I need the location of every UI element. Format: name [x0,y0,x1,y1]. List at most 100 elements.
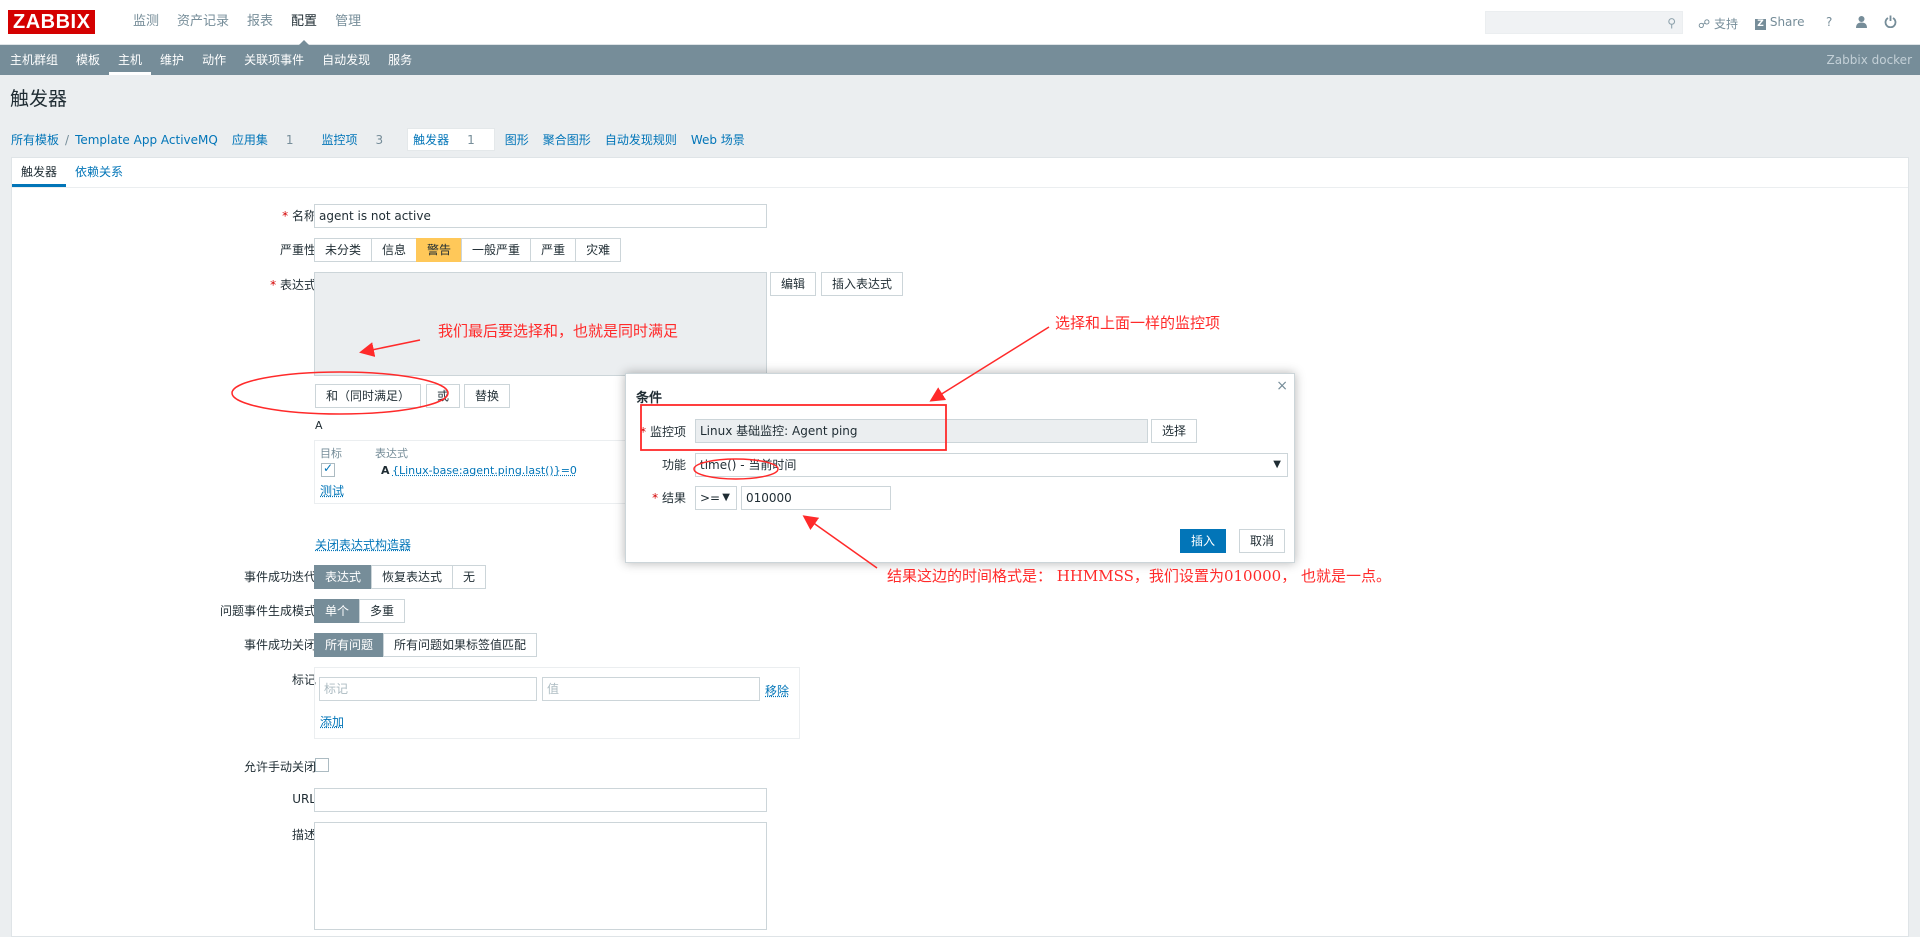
submenu-hosts[interactable]: 主机 [109,45,151,75]
submenu-maintenance[interactable]: 维护 [151,45,193,75]
breadcrumb-screens[interactable]: 聚合图形 [543,131,591,148]
dialog-select-button[interactable]: 选择 [1151,419,1198,443]
menu-reports[interactable]: 报表 [238,0,282,45]
tab-dependencies[interactable]: 依赖关系 [66,158,132,187]
name-input[interactable]: agent is not active [314,204,767,228]
breadcrumb-applications[interactable]: 应用集 1 [232,131,308,148]
dialog-cancel-button[interactable]: 取消 [1239,529,1286,553]
operator-value: >= [700,491,721,505]
problem-mode-single[interactable]: 单个 [314,599,361,623]
triggers-count: 1 [467,133,475,147]
form-tabs: 触发器 依赖关系 [12,158,1908,188]
severity-high[interactable]: 严重 [530,238,577,262]
col-expression: 表达式 [375,447,408,460]
search-input[interactable]: ⚲ [1485,11,1683,34]
manual-close-label: 允许手动关闭 [243,760,316,774]
dialog-function-select[interactable]: time() - 当前时间 ▼ [695,453,1288,477]
severity-warning[interactable]: 警告 [416,238,463,262]
menu-configuration[interactable]: 配置 [282,0,326,46]
close-icon[interactable]: × [1276,378,1288,394]
dialog-function-label: 功能 [661,458,686,472]
severity-label: 严重性 [279,243,316,257]
items-count: 3 [375,133,384,147]
annotation-and: 我们最后要选择和，也就是同时满足 [438,322,679,340]
tab-trigger[interactable]: 触发器 [12,158,67,187]
ok-event-label: 事件成功迭代 [243,570,316,584]
submenu-discovery[interactable]: 自动发现 [313,45,379,75]
url-input[interactable] [314,788,767,812]
power-icon[interactable] [1884,15,1897,31]
ok-event-recovery[interactable]: 恢复表达式 [371,565,454,589]
dialog-operator-select[interactable]: >= ▼ [695,486,737,510]
test-link[interactable]: 测试 [320,482,344,499]
dialog-item-label: 监控项 [486,423,686,440]
zabbix-logo[interactable]: ZABBIX [8,10,96,34]
submenu-actions[interactable]: 动作 [193,45,235,75]
replace-button[interactable]: 替换 [464,384,511,408]
ok-close-tag-match[interactable]: 所有问题如果标签值匹配 [383,633,538,657]
menu-monitoring[interactable]: 监测 [124,0,168,45]
problem-mode-selector: 单个 多重 [314,599,406,623]
ok-event-expression[interactable]: 表达式 [314,565,373,589]
search-icon[interactable]: ⚲ [1667,16,1676,30]
breadcrumb-discovery[interactable]: 自动发现规则 [605,131,677,148]
main-menu: 监测 资产记录 报表 配置 管理 [124,0,370,46]
dialog-result-input[interactable]: 010000 [741,486,891,510]
tags-label: 标记 [291,673,316,687]
dialog-result-label: 结果 [486,489,686,506]
ok-close-all[interactable]: 所有问题 [314,633,385,657]
breadcrumb-template[interactable]: Template App ActiveMQ [75,133,218,147]
and-button[interactable]: 和（同时满足） [315,384,422,408]
severity-disaster[interactable]: 灾难 [575,238,622,262]
submenu-host-groups[interactable]: 主机群组 [1,45,67,75]
severity-not-classified[interactable]: 未分类 [314,238,373,262]
add-tag-link[interactable]: 添加 [320,713,344,730]
severity-average[interactable]: 一般严重 [461,238,532,262]
share-link[interactable]: Z Share [1755,15,1804,30]
insert-expression-button[interactable]: 插入表达式 [821,272,904,296]
chevron-down-icon: ▼ [1273,459,1281,470]
url-label: URL [292,792,316,806]
submenu-services[interactable]: 服务 [379,45,421,75]
remove-tag-link[interactable]: 移除 [765,682,789,699]
help-icon[interactable]: ? [1826,15,1832,29]
menu-administration[interactable]: 管理 [326,0,370,45]
problem-mode-multiple[interactable]: 多重 [359,599,406,623]
support-label: 支持 [1713,17,1738,31]
applications-count: 1 [285,133,294,147]
description-textarea[interactable] [314,822,767,930]
breadcrumb-all-templates[interactable]: 所有模板 [11,131,59,148]
expression-letter: A [315,419,323,432]
breadcrumb-web[interactable]: Web 场景 [691,131,745,148]
breadcrumb-separator: / [65,132,70,147]
support-link[interactable]: ☍ 支持 [1698,15,1738,32]
share-z-icon: Z [1755,19,1766,30]
user-icon[interactable] [1855,15,1868,31]
dialog-insert-button[interactable]: 插入 [1180,529,1227,553]
breadcrumb-items[interactable]: 监控项 3 [321,131,397,148]
severity-information[interactable]: 信息 [371,238,418,262]
submenu-templates[interactable]: 模板 [67,45,109,75]
close-builder-link[interactable]: 关闭表达式构造器 [315,536,411,553]
breadcrumb-graphs[interactable]: 图形 [505,131,529,148]
target-checkbox[interactable] [321,461,335,477]
or-button[interactable]: 或 [426,384,461,408]
manual-close-checkbox[interactable] [315,758,329,772]
breadcrumb-triggers[interactable]: 触发器 1 [407,128,495,151]
chevron-down-icon: ▼ [722,492,730,503]
ok-close-label: 事件成功关闭 [243,638,316,652]
ok-event-none[interactable]: 无 [452,565,487,589]
menu-inventory[interactable]: 资产记录 [168,0,238,45]
tag-name-input[interactable]: 标记 [319,677,537,701]
edit-expression-button[interactable]: 编辑 [770,272,817,296]
dialog-title: 条件 [636,391,663,406]
name-label-text: 名称 [291,209,316,223]
dialog-item-input[interactable]: Linux 基础监控: Agent ping [695,419,1148,443]
expression-label-text: 表达式 [279,278,316,292]
triggers-label: 触发器 [413,133,450,147]
top-header: ZABBIX 监测 资产记录 报表 配置 管理 ⚲ ☍ 支持 Z Share ? [0,0,1920,46]
submenu-correlation[interactable]: 关联项事件 [235,45,313,75]
annotation-item: 选择和上面一样的监控项 [1055,314,1221,332]
tag-value-input[interactable]: 值 [542,677,760,701]
name-label: 名称 [116,207,316,224]
